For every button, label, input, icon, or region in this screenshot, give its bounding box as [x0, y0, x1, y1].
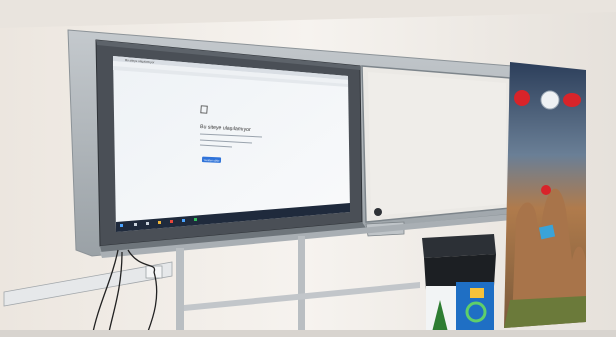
- emblem-icon: [540, 90, 560, 110]
- flag-right-icon: [563, 93, 581, 107]
- recycling-bin: [422, 234, 496, 337]
- wall-post-mid: [298, 236, 305, 337]
- reload-button-label: Yeniden yükle: [203, 158, 220, 163]
- board-knob: [374, 208, 382, 216]
- wall-post-left: [176, 248, 184, 337]
- photo-scene: Bu siteye ulaşılamıyor Bu siteye ulaşıla…: [0, 0, 616, 337]
- flag-left-icon: [514, 90, 530, 106]
- floor-shadow: [0, 330, 616, 337]
- promo-banner: [504, 62, 586, 328]
- classroom-photo: Bu siteye ulaşılamıyor Bu siteye ulaşıla…: [0, 0, 616, 337]
